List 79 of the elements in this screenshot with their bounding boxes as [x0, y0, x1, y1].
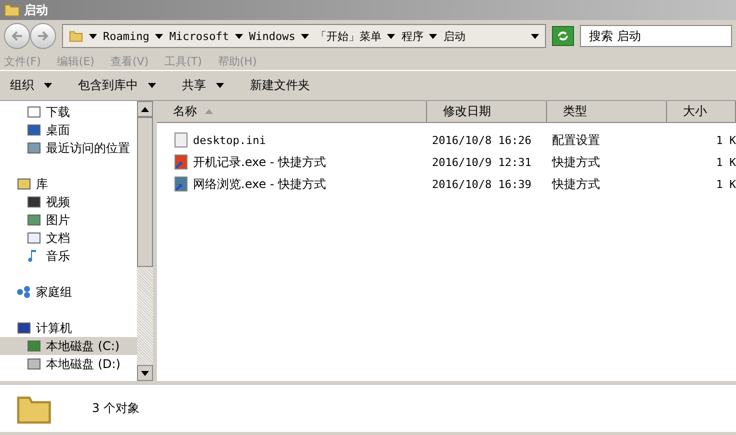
caret-icon [234, 34, 243, 38]
sidebar-label: 家庭组 [36, 284, 72, 300]
sidebar-label: 计算机 [36, 320, 72, 336]
sidebar-item[interactable]: 文档 [0, 229, 137, 247]
sort-icon [205, 109, 213, 114]
caret-icon [387, 34, 396, 38]
sidebar-item[interactable]: 图片 [0, 211, 137, 229]
sidebar-item[interactable]: 音乐 [0, 247, 137, 265]
table-cell-text: 2016/10/8 16:39 [431, 178, 532, 190]
sidebar-label: 本地磁盘 (C:) [46, 338, 120, 354]
sidebar-item[interactable]: 计算机 [0, 319, 137, 337]
breadcrumb-item[interactable]: Roaming [103, 30, 150, 42]
sidebar-item[interactable]: 库 [0, 175, 137, 193]
sidebar-item[interactable]: 家庭组 [0, 283, 137, 301]
down-arrow-icon [141, 370, 149, 376]
sidebar-label: 本地磁盘 (D:) [46, 356, 120, 372]
address-bar[interactable]: Roaming Microsoft Windows 「开始」菜单 程序 启动 [62, 24, 546, 48]
app-shortcut-icon [173, 154, 189, 170]
folder-icon [4, 2, 20, 18]
caret-icon [155, 34, 164, 38]
caret-icon [429, 34, 438, 38]
folder-icon [69, 29, 83, 43]
sidebar-label: 图片 [46, 212, 70, 228]
table-cell-text: 1 K [715, 178, 736, 190]
sidebar-item[interactable]: 本地磁盘 (C:) [0, 337, 137, 355]
toolbar-button[interactable]: 共享 [182, 77, 224, 94]
toolbar-button[interactable]: 包含到库中 [78, 77, 156, 94]
caret-icon [89, 34, 97, 38]
sidebar-item[interactable]: 最近访问的位置 [0, 139, 137, 157]
forward-arrow-icon [37, 30, 49, 42]
shortcut-icon [173, 176, 189, 192]
caret-icon [148, 83, 156, 88]
sidebar-label: 音乐 [46, 248, 70, 264]
table-cell-text: 2016/10/8 16:26 [431, 134, 532, 146]
toolbar-button[interactable]: 组织 [10, 77, 52, 94]
caret-icon [216, 83, 224, 88]
sidebar-label: 库 [36, 176, 48, 192]
sidebar-item[interactable]: 下载 [0, 103, 137, 121]
sidebar-item[interactable]: 视频 [0, 193, 137, 211]
back-arrow-icon [11, 30, 23, 42]
window-title: 启动 [24, 2, 48, 18]
sidebar-label: 下载 [46, 104, 70, 120]
breadcrumb-item[interactable]: 程序 [401, 28, 424, 44]
breadcrumb-item[interactable]: Microsoft [169, 30, 229, 42]
table-cell-text: 快捷方式 [550, 154, 601, 170]
breadcrumb-item[interactable]: 启动 [443, 28, 466, 44]
status-text: 3 个对象 [92, 400, 140, 417]
back-button[interactable] [4, 23, 30, 49]
sidebar-item[interactable]: 桌面 [0, 121, 137, 139]
up-arrow-icon [141, 106, 149, 112]
file-name[interactable]: 开机记录.exe - 快捷方式 [157, 154, 427, 170]
file-name[interactable]: desktop.ini [157, 132, 427, 148]
caret-icon [44, 83, 52, 88]
caret-icon [531, 34, 539, 38]
column-header[interactable]: 大小 [667, 101, 736, 123]
sidebar-label: 桌面 [46, 122, 70, 138]
file-name[interactable]: 网络浏览.exe - 快捷方式 [157, 176, 427, 192]
table-cell-text: 2016/10/9 12:31 [431, 156, 532, 168]
refresh-icon [557, 30, 569, 42]
column-header[interactable]: 类型 [547, 101, 667, 123]
forward-button[interactable] [30, 23, 56, 49]
sidebar-label: 视频 [46, 194, 70, 210]
sidebar-item[interactable]: 本地磁盘 (D:) [0, 355, 137, 373]
table-cell-text: 快捷方式 [550, 176, 601, 192]
table-cell-text: 1 K [715, 156, 736, 168]
breadcrumb-item[interactable]: 「开始」菜单 [315, 28, 382, 44]
column-header[interactable]: 名称 [157, 101, 427, 123]
sidebar-label: 最近访问的位置 [46, 140, 130, 156]
caret-icon [301, 34, 310, 38]
breadcrumb-item[interactable]: Windows [248, 30, 296, 42]
sidebar-label: 文档 [46, 230, 70, 246]
table-cell-text: 1 K [715, 134, 736, 146]
refresh-button[interactable] [552, 26, 574, 46]
scrollbar[interactable] [137, 101, 153, 381]
search-field[interactable]: 搜索 启动 [580, 25, 732, 47]
table-cell-text: 配置设置 [551, 132, 601, 148]
toolbar-button[interactable]: 新建文件夹 [250, 77, 310, 94]
homegroup-icon [16, 284, 32, 300]
column-header[interactable]: 修改日期 [427, 101, 547, 123]
